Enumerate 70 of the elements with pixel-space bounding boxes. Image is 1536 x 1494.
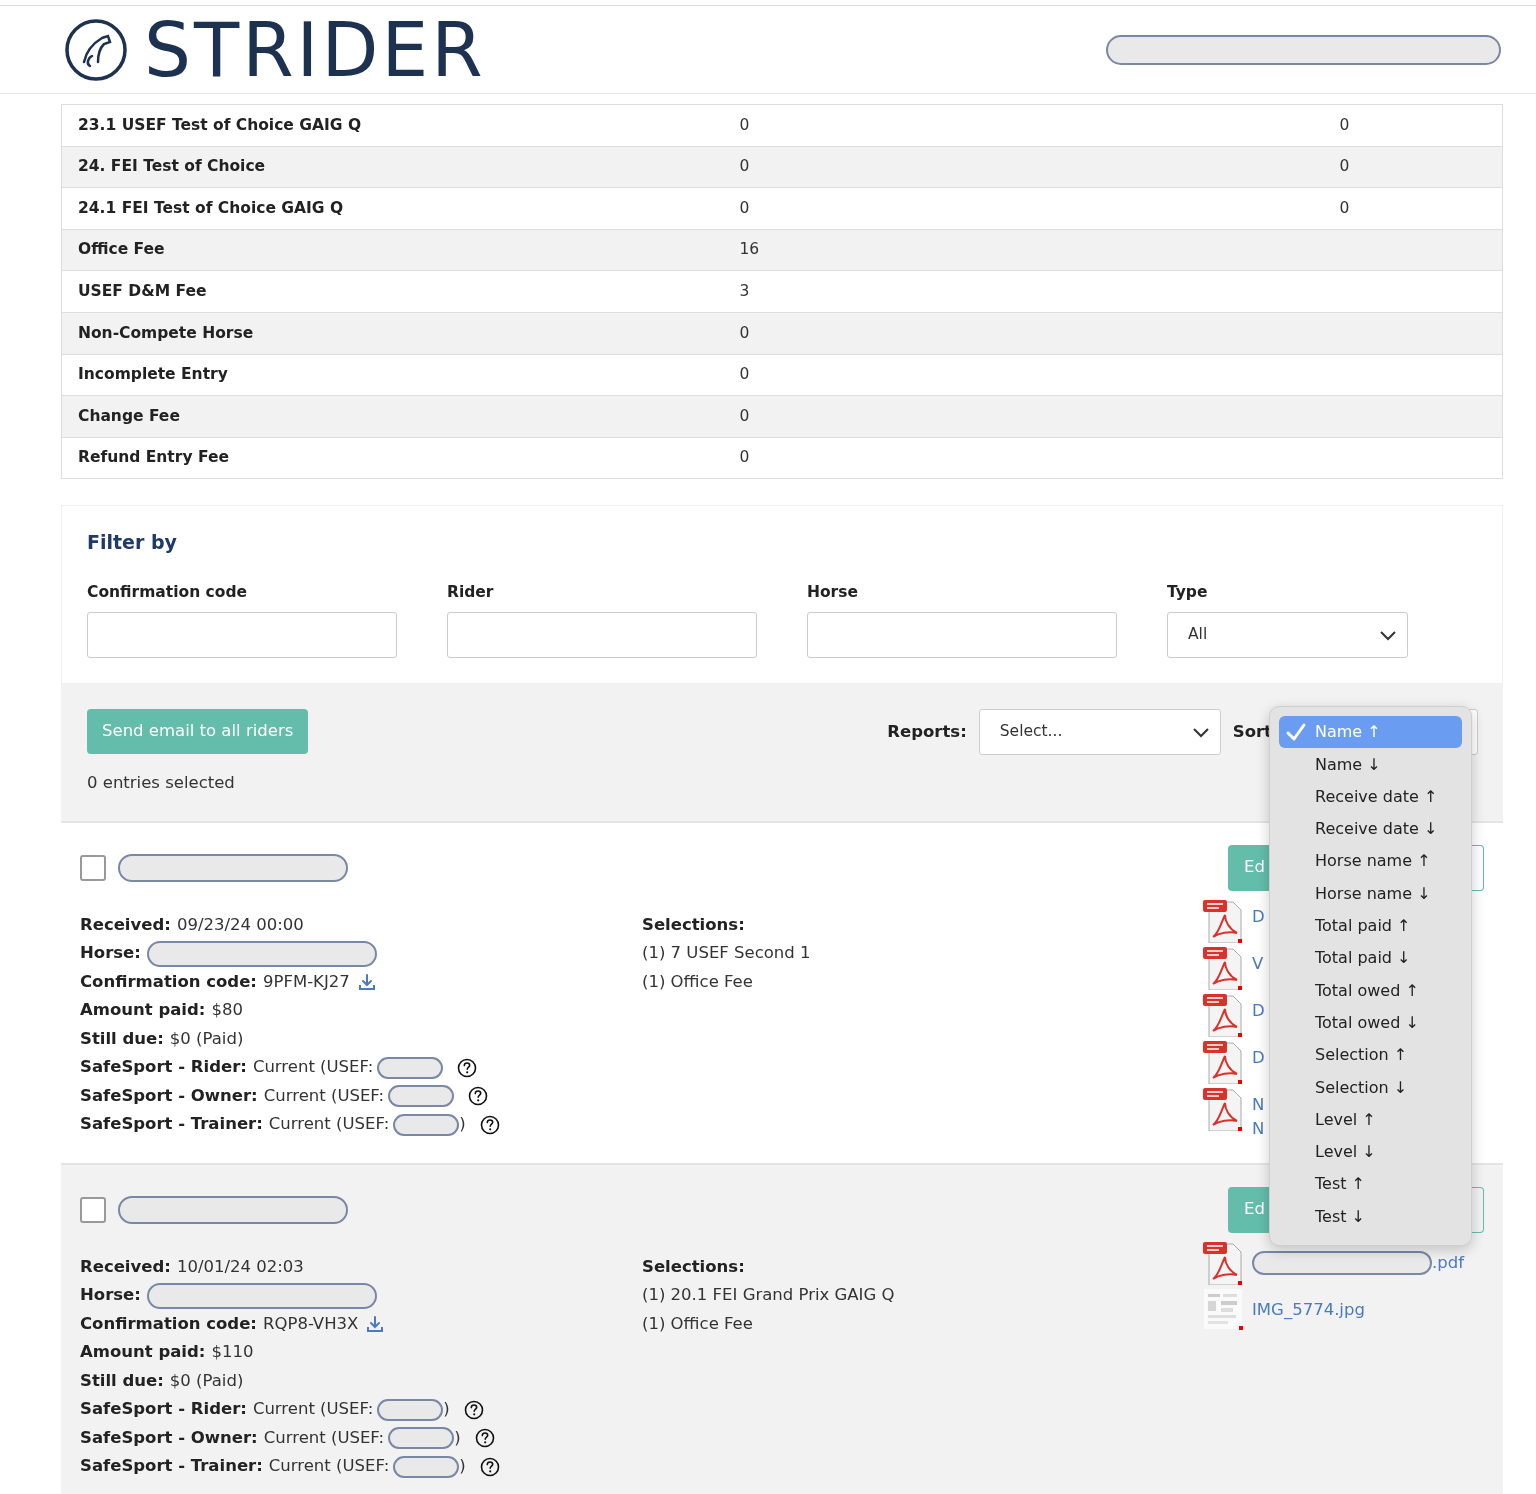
detail-label: Horse:: [80, 1284, 141, 1307]
table-cell: 0: [739, 115, 750, 134]
selection-item: (1) Office Fee: [642, 1312, 754, 1335]
detail-label: Confirmation code:: [80, 1312, 257, 1335]
fee-name: Incomplete Entry: [78, 365, 228, 384]
table-cell: 0: [739, 157, 750, 176]
field-label: Rider: [447, 581, 495, 603]
closing-paren: ): [454, 1426, 461, 1449]
detail-label: SafeSport - Owner:: [80, 1426, 258, 1449]
table-cell: 0: [739, 448, 750, 467]
reports-label: Reports:: [887, 720, 967, 743]
fee-name: Office Fee: [78, 240, 165, 259]
detail-value: Current (USEF:: [252, 1056, 374, 1079]
detail-value: 09/23/24 00:00: [176, 913, 304, 936]
fee-name: Change Fee: [78, 406, 180, 425]
detail-value: $0 (Paid): [169, 1369, 244, 1392]
selection-item: (1) 7 USEF Second 1: [642, 942, 812, 965]
detail-label: SafeSport - Owner:: [80, 1084, 258, 1107]
detail-label: Amount paid:: [80, 999, 206, 1022]
closing-paren: ): [443, 1398, 450, 1421]
selected-count: 0 entries selected: [87, 772, 236, 795]
detail-label: Still due:: [80, 1369, 164, 1392]
detail-value: $80: [211, 999, 243, 1022]
fee-name: USEF D&M Fee: [78, 282, 207, 301]
table-cell: 3: [739, 282, 750, 301]
detail-value: Current (USEF:: [263, 1426, 385, 1449]
detail-value: Current (USEF:: [263, 1084, 385, 1107]
selection-item: (1) Office Fee: [642, 970, 754, 993]
detail-label: Amount paid:: [80, 1341, 206, 1364]
table-cell: 0: [1339, 115, 1350, 134]
fee-name: Refund Entry Fee: [78, 448, 229, 467]
detail-value: RQP8-VH3X: [263, 1312, 359, 1335]
table-cell: 0: [1339, 198, 1350, 217]
selections-title: Selections:: [642, 1255, 746, 1278]
detail-value: 9PFM-KJ27: [263, 970, 350, 993]
table-cell: 0: [739, 198, 750, 217]
closing-paren: ): [459, 1455, 466, 1478]
detail-label: SafeSport - Trainer:: [80, 1455, 263, 1478]
detail-value: Current (USEF:: [268, 1113, 390, 1136]
detail-label: Still due:: [80, 1027, 164, 1050]
field-label: Type: [1167, 581, 1209, 603]
detail-label: SafeSport - Rider:: [80, 1056, 247, 1079]
selection-item: (1) 20.1 FEI Grand Prix GAIG Q: [642, 1284, 896, 1307]
detail-label: SafeSport - Trainer:: [80, 1113, 263, 1136]
field-label: Horse: [807, 581, 859, 603]
detail-label: Received:: [80, 913, 171, 936]
field-label: Confirmation code: [87, 581, 249, 603]
detail-value: $110: [211, 1341, 254, 1364]
fee-name: 23.1 USEF Test of Choice GAIG Q: [78, 115, 362, 134]
detail-label: Confirmation code:: [80, 970, 257, 993]
detail-value: 10/01/24 02:03: [176, 1255, 304, 1278]
table-cell: 0: [739, 406, 750, 425]
detail-value: $0 (Paid): [169, 1027, 244, 1050]
table-cell: 0: [739, 365, 750, 384]
detail-label: Received:: [80, 1255, 171, 1278]
selections-title: Selections:: [642, 913, 746, 936]
sort-label: Sort: [1232, 720, 1272, 743]
filter-title: Filter by: [87, 530, 178, 556]
brand-name: STRIDER: [144, 12, 486, 87]
table-cell: 0: [739, 323, 750, 342]
closing-paren: ): [459, 1113, 466, 1136]
fee-name: Non-Compete Horse: [78, 323, 254, 342]
detail-label: Horse:: [80, 942, 141, 965]
fee-name: 24. FEI Test of Choice: [78, 157, 266, 176]
table-cell: 0: [1339, 157, 1350, 176]
detail-value: Current (USEF:: [252, 1398, 374, 1421]
detail-label: SafeSport - Rider:: [80, 1398, 247, 1421]
detail-value: Current (USEF:: [268, 1455, 390, 1478]
table-cell: 16: [739, 240, 760, 259]
fee-name: 24.1 FEI Test of Choice GAIG Q: [78, 198, 344, 217]
